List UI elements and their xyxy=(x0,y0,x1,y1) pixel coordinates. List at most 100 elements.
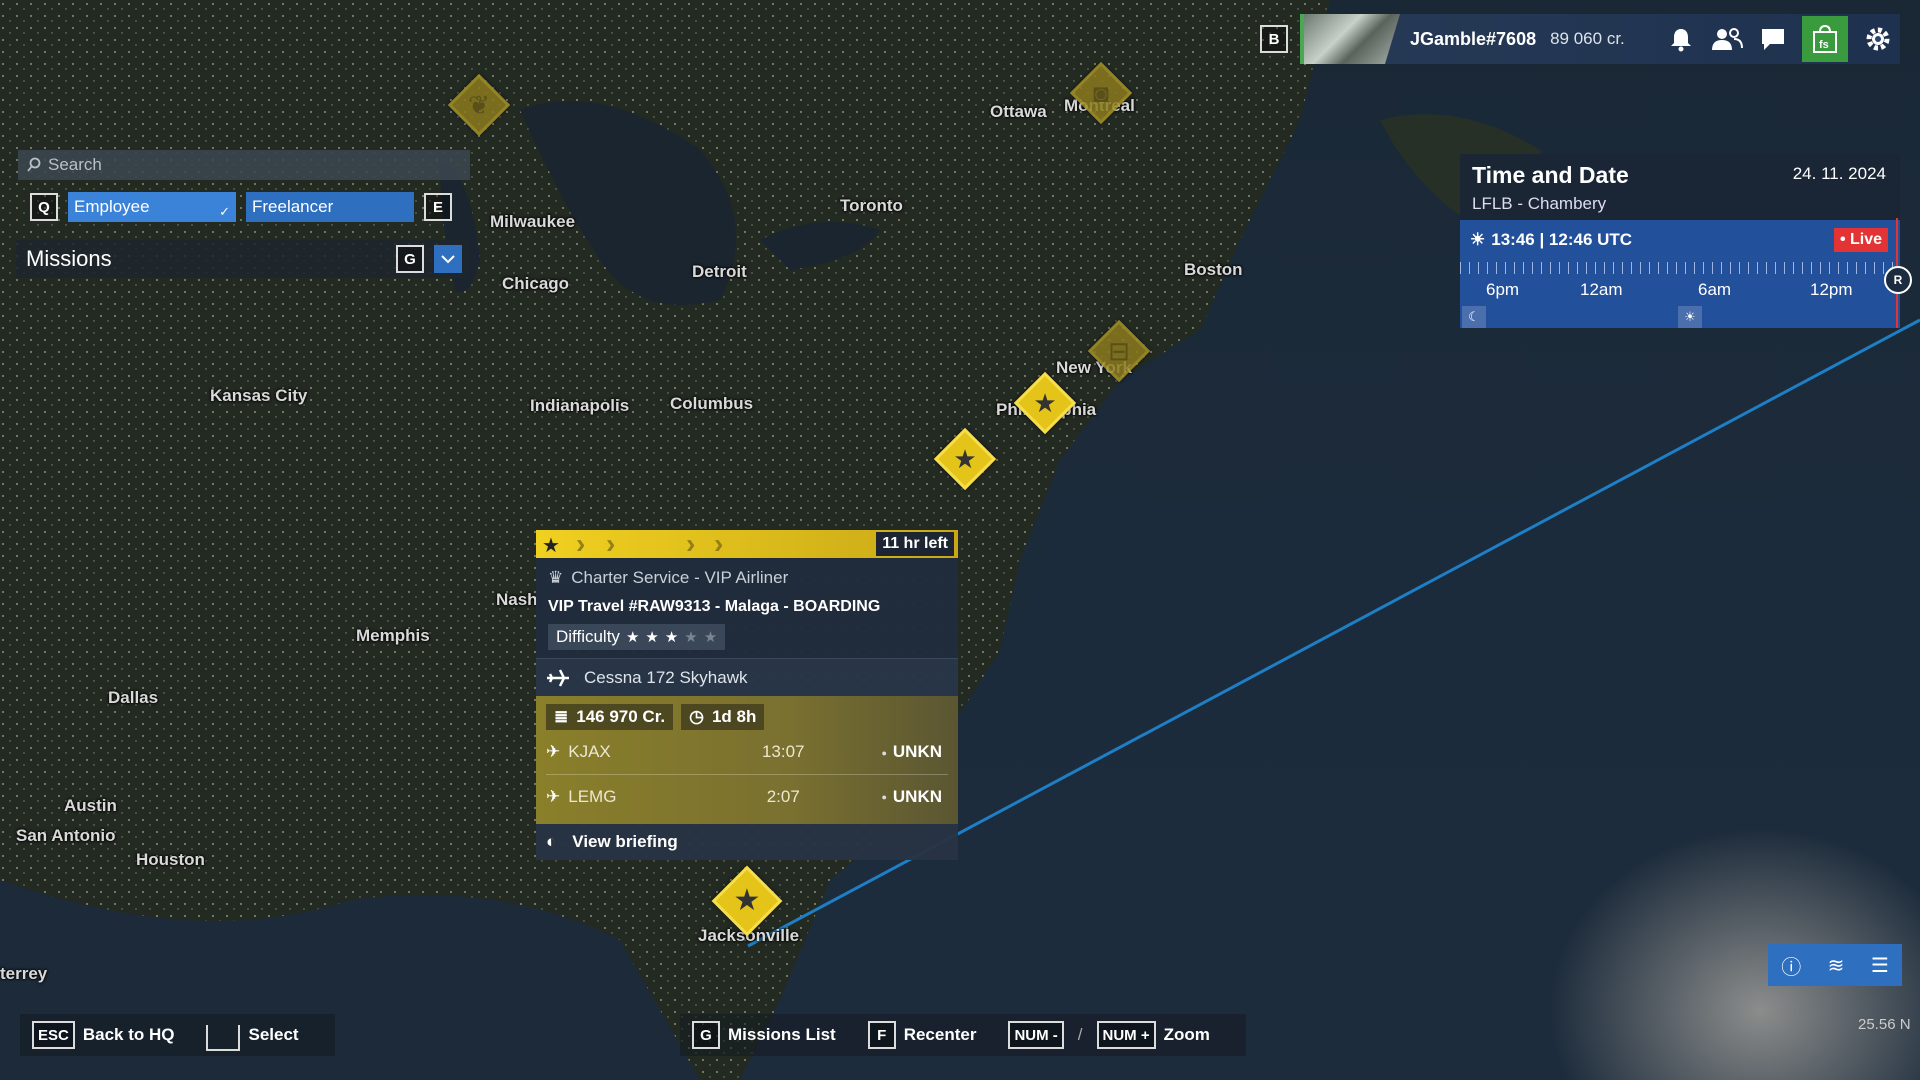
profile-bar[interactable]: JGamble#7608 89 060 cr. fs xyxy=(1300,14,1900,64)
time-ticks xyxy=(1460,262,1900,274)
difficulty-rating: Difficulty ★ ★ ★ ★ ★ xyxy=(548,624,726,650)
missions-header: Missions G xyxy=(16,240,468,278)
missions-list-hint[interactable]: G Missions List xyxy=(692,1021,836,1049)
chevron-right-icon: › xyxy=(714,528,724,559)
filter-icon[interactable]: ☰ xyxy=(1871,953,1889,978)
current-date: 24. 11. 2024 xyxy=(1792,164,1886,183)
back-to-hq-label: Back to HQ xyxy=(82,1025,175,1044)
map-controls: ⓘ ≋ ☰ xyxy=(1768,944,1902,986)
aircraft-row: Cessna 172 Skyhawk xyxy=(536,658,958,696)
mission-marker-agriculture[interactable]: ❦ xyxy=(447,73,511,137)
profile-key[interactable]: B xyxy=(1260,25,1288,53)
time-reset-knob[interactable]: R xyxy=(1884,266,1912,294)
select-label: Select xyxy=(248,1025,299,1044)
star-icon: ★ xyxy=(733,884,761,917)
mission-card-header: ★ › › › › 11 hr left xyxy=(536,530,958,558)
airplane-icon xyxy=(547,668,569,687)
layers-icon[interactable]: ≋ xyxy=(1828,953,1845,978)
time-label-6am: 6am xyxy=(1698,280,1732,299)
search-placeholder: Search xyxy=(48,155,102,174)
city-label-san-antonio: San Antonio xyxy=(16,826,116,845)
search-input[interactable]: Search xyxy=(18,150,470,180)
city-label-ottawa: Ottawa xyxy=(990,102,1047,121)
city-label-austin: Austin xyxy=(64,796,117,815)
missions-list-key[interactable]: G xyxy=(396,245,424,273)
chevron-right-icon: › xyxy=(686,528,696,559)
view-briefing-button[interactable]: ◐ View briefing xyxy=(536,824,958,860)
time-label-12pm: 12pm xyxy=(1810,280,1853,299)
mission-card[interactable]: ★ › › › › 11 hr left ♛ Charter Service -… xyxy=(536,530,958,860)
mouse-icon: ◐ xyxy=(546,832,557,851)
current-location: LFLB - Chambery xyxy=(1472,194,1607,213)
missions-title: Missions xyxy=(26,246,112,271)
arrival-row: ✈ LEMG 2:07 UNKN xyxy=(546,774,948,818)
star-icon: ★ xyxy=(1033,388,1057,418)
difficulty-label: Difficulty xyxy=(556,627,620,646)
mission-marker-selected[interactable]: ★ xyxy=(711,865,783,937)
zoom-hint[interactable]: NUM - / NUM + Zoom xyxy=(1008,1021,1210,1049)
gear-icon[interactable] xyxy=(1864,25,1892,53)
missions-dropdown-button[interactable] xyxy=(434,245,462,273)
city-label-indianapolis: Indianapolis xyxy=(530,396,630,415)
city-label-nash: Nash xyxy=(496,590,538,609)
friends-icon[interactable] xyxy=(1710,26,1744,52)
night-mode-icon[interactable]: ☾ xyxy=(1462,306,1486,328)
day-mode-icon[interactable]: ☀ xyxy=(1678,306,1702,328)
time-label-6pm: 6pm xyxy=(1486,280,1520,299)
avatar[interactable] xyxy=(1300,14,1400,64)
mission-category: ♛ Charter Service - VIP Airliner xyxy=(548,568,946,588)
select-hint[interactable]: Select xyxy=(206,1019,299,1051)
spacebar-icon xyxy=(206,1025,241,1051)
back-to-hq-hint[interactable]: ESC Back to HQ xyxy=(32,1021,174,1049)
star-icon: ★ xyxy=(953,444,977,474)
svg-text:fs: fs xyxy=(1819,39,1829,51)
chat-icon[interactable] xyxy=(1760,26,1786,52)
shop-icon: fs xyxy=(1813,24,1837,53)
g-key: G xyxy=(692,1021,720,1049)
zoom-separator: / xyxy=(1077,1025,1083,1044)
current-time: ☀ 13:46 | 12:46 UTC xyxy=(1470,230,1632,250)
recenter-hint[interactable]: F Recenter xyxy=(867,1021,977,1049)
mission-marker-vip[interactable]: ★ xyxy=(1013,371,1077,435)
takeoff-icon: ✈ xyxy=(546,742,561,761)
freelancer-filter-button[interactable]: Freelancer xyxy=(246,192,414,222)
num-plus-key: NUM + xyxy=(1096,1021,1156,1049)
mission-marker-photo[interactable]: ◙ xyxy=(1069,61,1133,125)
departure-icao: KJAX xyxy=(568,742,611,761)
freelancer-label: Freelancer xyxy=(252,197,334,216)
city-label-detroit: Detroit xyxy=(692,262,747,281)
mission-type-filter: Q Employee ✓ Freelancer E xyxy=(30,192,452,222)
mission-card-body: ♛ Charter Service - VIP Airliner VIP Tra… xyxy=(536,558,958,658)
star-icon: ★ xyxy=(625,629,640,646)
recenter-label: Recenter xyxy=(903,1025,977,1044)
prev-filter-key[interactable]: Q xyxy=(30,193,58,221)
top-bar: B JGamble#7608 89 060 cr. fs xyxy=(1260,14,1900,64)
live-button[interactable]: • Live xyxy=(1833,228,1888,252)
time-slider[interactable]: ☀ 13:46 | 12:46 UTC • Live 6pm 12am 6am … xyxy=(1460,218,1912,328)
star-icon: ★ xyxy=(664,629,679,646)
coins-icon: ≣ xyxy=(554,707,569,726)
star-icon: ★ xyxy=(542,535,560,557)
arrival-time: 2:07 xyxy=(766,786,800,806)
shop-button[interactable]: fs xyxy=(1802,16,1848,62)
mission-info: ≣ 146 970 Cr. ◷ 1d 8h ✈ KJAX 13:07 UNKN … xyxy=(536,696,958,824)
bell-icon[interactable] xyxy=(1668,26,1694,52)
topbar-icons: fs xyxy=(1668,14,1892,64)
next-filter-key[interactable]: E xyxy=(424,193,452,221)
zoom-label: Zoom xyxy=(1163,1025,1210,1044)
arrival-icao: LEMG xyxy=(568,786,617,806)
mission-marker-transport[interactable]: ⊟ xyxy=(1087,319,1151,383)
employee-label: Employee xyxy=(74,197,150,216)
city-label-toronto: Toronto xyxy=(840,196,903,215)
arrival-status: UNKN xyxy=(881,787,942,807)
city-label-milwaukee: Milwaukee xyxy=(490,212,576,231)
mission-marker-vip[interactable]: ★ xyxy=(933,427,997,491)
info-icon[interactable]: ⓘ xyxy=(1781,951,1801,980)
f-key: F xyxy=(867,1021,896,1049)
landing-icon: ✈ xyxy=(546,786,561,806)
city-label-kansas-city: Kansas City xyxy=(210,386,308,405)
map-scale: 25.56 N xyxy=(1858,1016,1911,1033)
username: JGamble#7608 xyxy=(1410,28,1537,49)
departure-status: UNKN xyxy=(881,742,942,762)
employee-filter-button[interactable]: Employee ✓ xyxy=(68,192,236,222)
